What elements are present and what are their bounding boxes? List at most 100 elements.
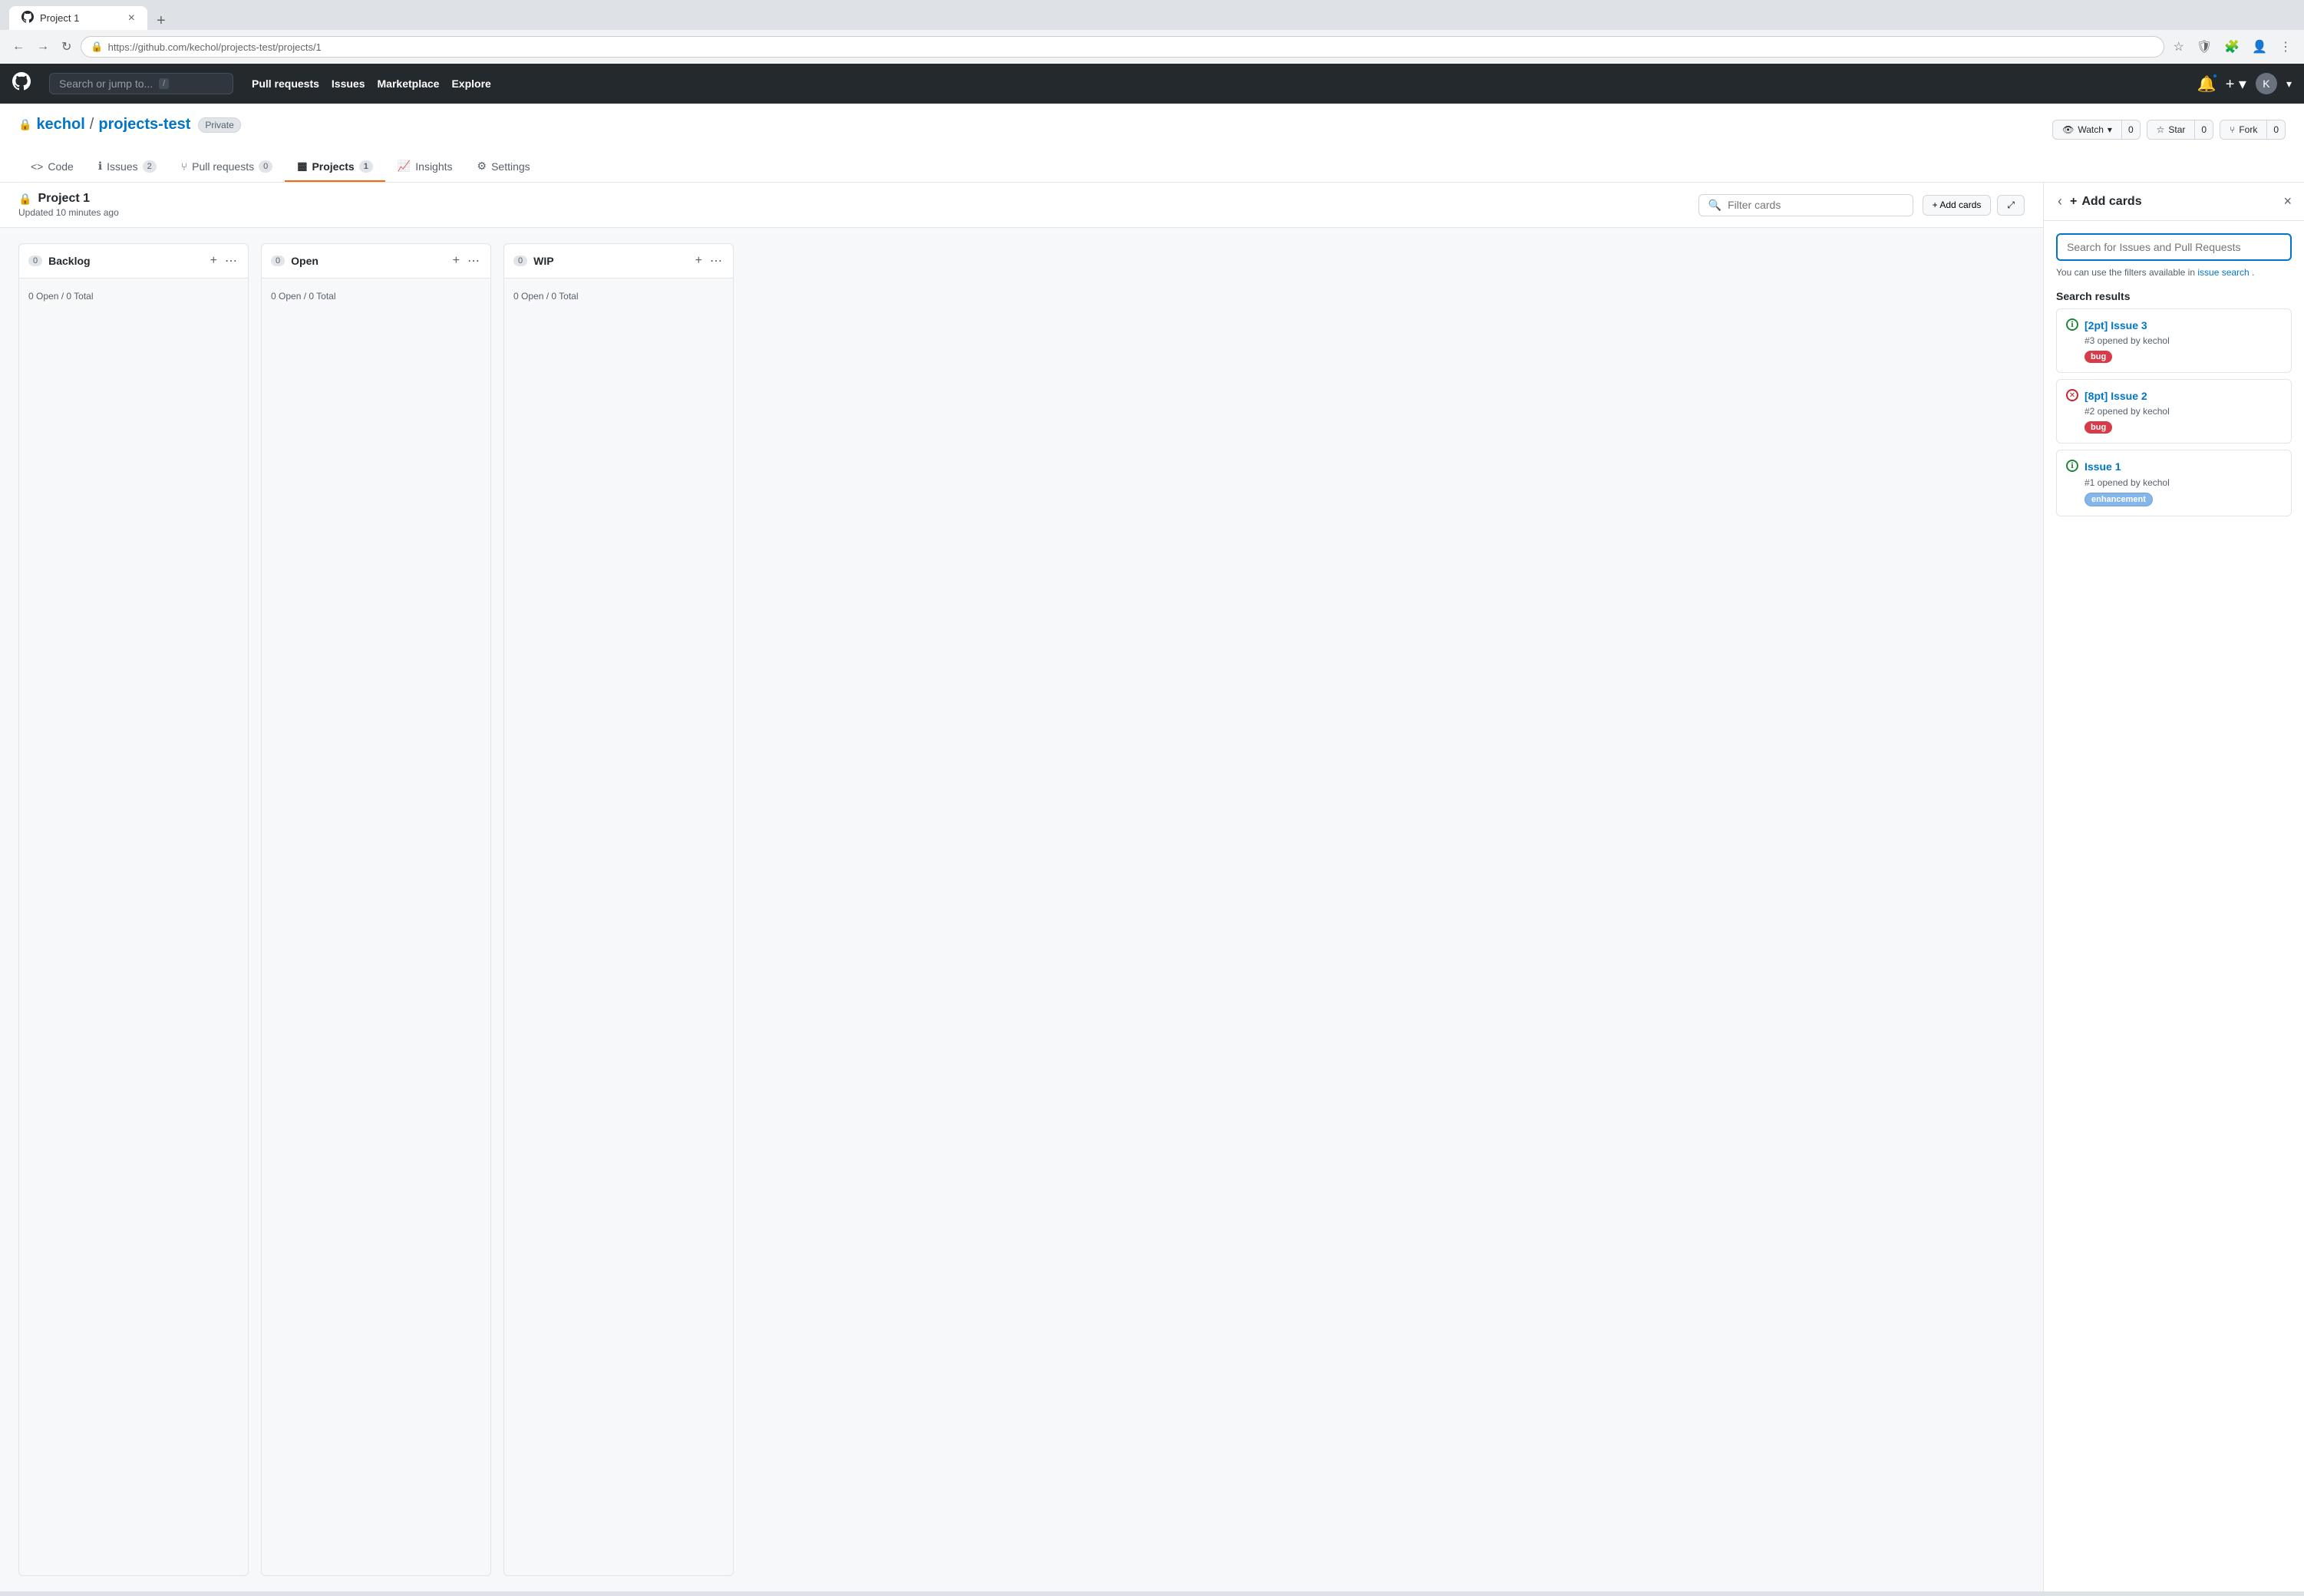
column-menu-btn-wip[interactable]: ⋯ <box>708 252 724 270</box>
column-add-btn-wip[interactable]: + <box>694 252 704 270</box>
issue-card-2[interactable]: ✕ [8pt] Issue 2 #2 opened by kechol bug <box>2056 379 2292 444</box>
search-placeholder: Search or jump to... <box>59 77 153 90</box>
repo-breadcrumb: 🔒 kechol / projects-test Private <box>18 116 241 134</box>
repo-separator: / <box>90 116 94 134</box>
issue-card-3[interactable]: ℹ [2pt] Issue 3 #3 opened by kechol bug <box>2056 308 2292 373</box>
filter-search-icon: 🔍 <box>1708 199 1721 212</box>
repo-name-link[interactable]: projects-test <box>98 116 190 134</box>
project-updated: Updated 10 minutes ago <box>18 207 119 218</box>
column-title-wip: WIP <box>533 255 553 267</box>
address-text: https://github.com/kechol/projects-test/… <box>108 41 322 53</box>
repo-actions: 👁 Watch ▾ 0 ☆ Star 0 ⑂ Fork 0 <box>2052 120 2286 140</box>
shield-icon[interactable]: 🛡 <box>2193 36 2215 58</box>
avatar-caret[interactable]: ▾ <box>2286 77 2292 91</box>
user-avatar[interactable]: K <box>2256 73 2277 94</box>
add-cards-button[interactable]: + Add cards <box>1923 195 1992 216</box>
panel-plus-icon: + <box>2070 195 2077 209</box>
tab-code[interactable]: <> Code <box>18 152 86 182</box>
kanban-column-wip: 0 WIP + ⋯ 0 Open / 0 Total <box>503 243 734 1576</box>
nav-pull-requests[interactable]: Pull requests <box>252 77 319 90</box>
issue-card-3-header: ℹ [2pt] Issue 3 <box>2066 318 2282 332</box>
kanban-column-backlog: 0 Backlog + ⋯ 0 Open / 0 Total <box>18 243 249 1576</box>
column-actions-backlog: + ⋯ <box>209 252 239 270</box>
tab-title: Project 1 <box>40 12 79 24</box>
notifications-bell[interactable]: 🔔 <box>2197 74 2217 94</box>
menu-icon[interactable]: ⋮ <box>2276 36 2295 58</box>
tab-projects[interactable]: ▦ Projects 1 <box>285 152 385 182</box>
forward-button[interactable]: → <box>34 37 52 57</box>
pr-icon: ⑂ <box>181 160 187 173</box>
address-bar[interactable]: 🔒 https://github.com/kechol/projects-tes… <box>81 36 2164 58</box>
fork-button[interactable]: ⑂ Fork <box>2220 120 2267 140</box>
column-menu-btn-backlog[interactable]: ⋯ <box>223 252 239 270</box>
issue-card-1[interactable]: ℹ Issue 1 #1 opened by kechol enhancemen… <box>2056 450 2292 516</box>
panel-title: + Add cards <box>2070 195 2142 209</box>
issue-1-enhancement-label: enhancement <box>2084 493 2153 506</box>
star-button[interactable]: ☆ Star <box>2147 120 2196 140</box>
panel-back-button[interactable]: ‹ <box>2056 192 2064 211</box>
column-count-wip: 0 <box>513 256 527 266</box>
issue-3-meta: #3 opened by kechol <box>2084 335 2282 346</box>
filter-cards-input[interactable] <box>1728 199 1903 211</box>
tab-favicon <box>21 11 34 25</box>
panel-search-input[interactable] <box>2056 233 2292 261</box>
gh-logo[interactable] <box>12 72 31 96</box>
new-tab-button[interactable]: + <box>150 12 172 30</box>
project-area: 🔒 Project 1 Updated 10 minutes ago 🔍 + A… <box>0 183 2043 1591</box>
project-toolbar-actions: + Add cards ⤢ <box>1923 195 2025 216</box>
extensions-icon[interactable]: 🧩 <box>2221 36 2243 58</box>
column-stats-wip: 0 Open / 0 Total <box>510 285 727 308</box>
issue-card-2-header: ✕ [8pt] Issue 2 <box>2066 389 2282 403</box>
column-actions-wip: + ⋯ <box>694 252 724 270</box>
column-title-backlog: Backlog <box>48 255 90 267</box>
issue-2-meta: #2 opened by kechol <box>2084 406 2282 417</box>
filter-input-wrapper[interactable]: 🔍 <box>1698 194 1913 216</box>
tab-pull-requests[interactable]: ⑂ Pull requests 0 <box>169 152 285 182</box>
column-body-wip: 0 Open / 0 Total <box>504 279 733 1575</box>
watch-button[interactable]: 👁 Watch ▾ <box>2052 120 2122 140</box>
panel-header: ‹ + Add cards × <box>2044 183 2304 221</box>
tab-insights[interactable]: 📈 Insights <box>385 152 465 182</box>
settings-icon: ⚙ <box>477 160 487 173</box>
repo-lock-icon: 🔒 <box>18 118 31 131</box>
issue-search-link[interactable]: issue search <box>2197 267 2249 278</box>
tab-issues[interactable]: ℹ Issues 2 <box>86 152 169 182</box>
active-tab[interactable]: Project 1 × <box>9 6 147 30</box>
column-add-btn-open[interactable]: + <box>451 252 461 270</box>
issue-1-labels: enhancement <box>2084 493 2282 506</box>
panel-search-hint: You can use the filters available in iss… <box>2056 267 2292 278</box>
pr-badge: 0 <box>259 160 272 173</box>
panel-close-button[interactable]: × <box>2283 193 2292 209</box>
lock-icon: 🔒 <box>91 41 103 53</box>
create-button[interactable]: + ▾ <box>2226 74 2246 94</box>
back-button[interactable]: ← <box>9 37 28 57</box>
issue-3-bug-label: bug <box>2084 351 2112 363</box>
issue-3-open-icon: ℹ <box>2066 318 2078 331</box>
issue-1-open-icon: ℹ <box>2066 460 2078 472</box>
nav-issues[interactable]: Issues <box>332 77 365 90</box>
fork-count: 0 <box>2267 120 2286 140</box>
column-add-btn-backlog[interactable]: + <box>209 252 219 270</box>
nav-explore[interactable]: Explore <box>451 77 490 90</box>
column-header-backlog: 0 Backlog + ⋯ <box>19 244 248 279</box>
tab-settings[interactable]: ⚙ Settings <box>465 152 543 182</box>
tab-close-btn[interactable]: × <box>128 12 135 25</box>
gh-search-box[interactable]: Search or jump to... / <box>49 73 233 94</box>
fullscreen-button[interactable]: ⤢ <box>1997 195 2025 216</box>
reload-button[interactable]: ↻ <box>58 36 74 58</box>
issues-badge: 2 <box>143 160 157 173</box>
project-lock-icon: 🔒 <box>18 193 31 206</box>
issue-2-title: [8pt] Issue 2 <box>2084 389 2147 403</box>
eye-icon: 👁 <box>2062 124 2074 135</box>
bookmark-icon[interactable]: ☆ <box>2170 36 2187 58</box>
project-toolbar: 🔒 Project 1 Updated 10 minutes ago 🔍 + A… <box>0 183 2043 228</box>
column-stats-open: 0 Open / 0 Total <box>268 285 484 308</box>
column-actions-open: + ⋯ <box>451 252 481 270</box>
main-content: 🔒 Project 1 Updated 10 minutes ago 🔍 + A… <box>0 183 2304 1591</box>
repo-owner-link[interactable]: kechol <box>36 116 84 134</box>
nav-marketplace[interactable]: Marketplace <box>378 77 440 90</box>
column-menu-btn-open[interactable]: ⋯ <box>466 252 481 270</box>
profile-icon[interactable]: 👤 <box>2249 36 2270 58</box>
insights-icon: 📈 <box>398 160 411 173</box>
issue-icon: ℹ <box>98 160 102 173</box>
